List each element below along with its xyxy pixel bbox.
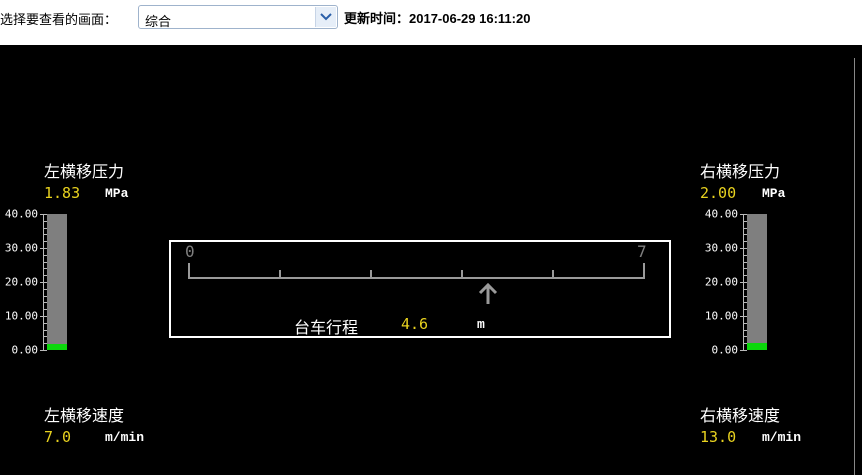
right-speed-value: 13.0: [700, 428, 737, 446]
left-pressure-unit: MPa: [105, 186, 129, 201]
gauge-tick: [740, 316, 747, 317]
gauge-tick: [740, 214, 747, 215]
update-time-value: 2017-06-29 16:11:20: [409, 11, 531, 26]
gauge-tick: [740, 282, 747, 283]
arrow-up-icon: [478, 282, 498, 304]
trolley-travel-box: 0 7 台车行程 4.6 m: [169, 240, 671, 338]
gauge-tick-label: 40.00: [4, 207, 38, 221]
view-select[interactable]: 综合: [138, 5, 338, 30]
trolley-track-tick: [279, 270, 281, 279]
left-pressure-title: 左横移压力: [44, 162, 125, 181]
trolley-scale-max: 7: [637, 242, 647, 261]
left-speed-value: 7.0: [44, 428, 72, 446]
gauge-bar-fill: [747, 343, 767, 350]
gauge-tick: [740, 248, 747, 249]
left-pressure-value: 1.83: [44, 184, 81, 202]
gauge-bar: [747, 214, 767, 350]
gauge-tick: [40, 316, 47, 317]
gauge-bar: [47, 214, 67, 350]
trolley-travel-label: 台车行程: [294, 318, 359, 337]
trolley-scale-min: 0: [185, 242, 195, 261]
trolley-track-tick: [370, 270, 372, 279]
gauge-tick: [740, 350, 747, 351]
right-speed-unit: m/min: [762, 430, 802, 445]
gauge-tick-label: 30.00: [4, 241, 38, 255]
gauge-tick-label: 20.00: [704, 275, 738, 289]
right-pressure-unit: MPa: [762, 186, 786, 201]
top-bar: 选择要查看的画面： 综合 更新时间：2017-06-29 16:11:20: [0, 0, 862, 45]
right-speed-title: 右横移速度: [700, 406, 781, 425]
gauge-tick-label: 40.00: [704, 207, 738, 221]
right-pressure-title: 右横移压力: [700, 162, 781, 181]
left-pressure-gauge: 40.00 30.00 20.00 10.00 0.00: [0, 208, 110, 362]
gauge-tick-label: 10.00: [704, 309, 738, 323]
trolley-track-tick: [188, 263, 190, 279]
left-speed-unit: m/min: [105, 430, 145, 445]
gauge-tick: [40, 248, 47, 249]
monitor-panel: 左横移压力 1.83 MPa 40.00 30.00 20.00 10.00 0.00 …: [0, 45, 862, 475]
view-select-label: 选择要查看的画面：: [0, 13, 118, 28]
trolley-track-tick: [461, 270, 463, 279]
right-pressure-value: 2.00: [700, 184, 737, 202]
trolley-track-tick: [552, 270, 554, 279]
gauge-tick-label: 10.00: [4, 309, 38, 323]
update-time-label: 更新时间：2017-06-29 16:11:20: [344, 8, 530, 27]
gauge-tick-label: 30.00: [704, 241, 738, 255]
chevron-down-icon[interactable]: [315, 7, 336, 27]
trolley-travel-unit: m: [477, 317, 485, 332]
view-select-value: 综合: [145, 15, 172, 30]
left-speed-title: 左横移速度: [44, 406, 125, 425]
gauge-tick: [40, 350, 47, 351]
gauge-tick: [40, 214, 47, 215]
gauge-tick: [40, 282, 47, 283]
right-pressure-gauge: 40.00 30.00 20.00 10.00 0.00: [700, 208, 810, 362]
gauge-bar-fill: [47, 343, 67, 350]
vertical-scrollbar[interactable]: [854, 58, 861, 475]
trolley-track: [189, 277, 644, 279]
trolley-travel-value: 4.6: [401, 315, 429, 333]
gauge-tick-label: 20.00: [4, 275, 38, 289]
trolley-track-tick: [643, 263, 645, 279]
gauge-tick-label: 0.00: [711, 343, 739, 357]
update-label: 更新时间：: [344, 12, 410, 27]
gauge-tick-label: 0.00: [11, 343, 39, 357]
